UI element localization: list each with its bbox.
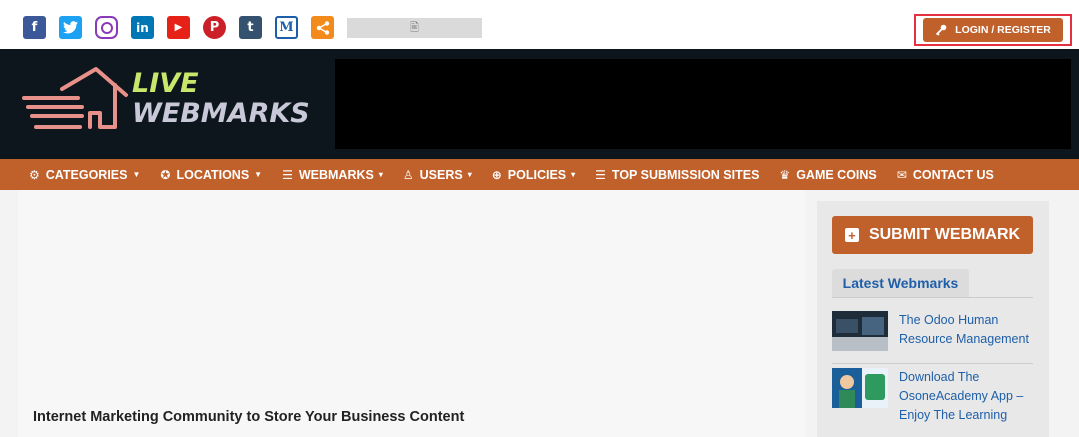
broken-image-placeholder: 🖹 <box>347 18 482 38</box>
gears-icon: ⚙ <box>29 167 40 182</box>
latest-webmarks-heading: Latest Webmarks <box>832 269 969 297</box>
caret-down-icon: ▾ <box>467 170 472 179</box>
nav-game-coins[interactable]: ♛ GAME COINS <box>779 168 876 182</box>
chevron-down-icon: ▼ <box>254 170 263 179</box>
crown-icon: ♛ <box>779 167 791 182</box>
webmark-title-link[interactable]: Download The OsoneAcademy App – Enjoy Th… <box>899 368 1033 425</box>
nav-webmarks[interactable]: ☰ WEBMARKS ▾ <box>282 168 383 182</box>
globe-icon: ✪ <box>160 167 171 182</box>
nav-label: WEBMARKS <box>298 167 374 182</box>
ad-banner[interactable] <box>335 59 1071 149</box>
nav-label: CATEGORIES <box>45 167 128 182</box>
nav-label: TOP SUBMISSION SITES <box>611 167 760 182</box>
text-lines-icon: ☰ <box>595 167 606 182</box>
nav-contact-us[interactable]: ✉ CONTACT US <box>897 168 994 182</box>
twitter-icon[interactable] <box>59 16 82 39</box>
nav-label: CONTACT US <box>912 167 994 182</box>
divider <box>832 297 1033 298</box>
webmark-thumbnail[interactable] <box>832 311 888 351</box>
site-logo-text[interactable]: LIVE WEBMARKS <box>132 69 310 128</box>
key-icon <box>936 24 947 36</box>
nav-locations[interactable]: ✪ LOCATIONS ▼ <box>160 168 262 182</box>
plus-square-icon: + <box>844 228 859 243</box>
main-nav: ⚙ CATEGORIES ▼ ✪ LOCATIONS ▼ ☰ WEBMARKS … <box>0 159 1079 190</box>
nav-top-submission-sites[interactable]: ☰ TOP SUBMISSION SITES <box>595 168 759 182</box>
facebook-icon[interactable]: f <box>23 16 46 39</box>
webmark-title-link[interactable]: The Odoo Human Resource Management <box>899 311 1033 351</box>
share-icon[interactable] <box>311 16 334 39</box>
login-highlight-box: LOGIN / REGISTER <box>914 14 1072 46</box>
social-links: f in ▶ P t M <box>23 16 334 39</box>
house-logo-icon[interactable] <box>22 65 132 137</box>
divider <box>832 363 1033 364</box>
chevron-down-icon: ▼ <box>132 170 141 179</box>
envelope-icon: ✉ <box>896 167 907 182</box>
linkedin-icon[interactable]: in <box>131 16 154 39</box>
caret-down-icon: ▾ <box>571 170 576 179</box>
nav-label: POLICIES <box>507 167 567 182</box>
nav-label: GAME COINS <box>796 167 877 182</box>
site-tagline: Internet Marketing Community to Store Yo… <box>33 409 465 425</box>
caret-down-icon: ▾ <box>378 170 383 179</box>
medium-icon[interactable]: M <box>275 16 298 39</box>
instagram-icon[interactable] <box>95 16 118 39</box>
list-icon: ☰ <box>282 167 293 182</box>
logo-line-live: LIVE <box>132 68 199 99</box>
submit-webmark-button[interactable]: + SUBMIT WEBMARK <box>832 216 1033 254</box>
nav-categories[interactable]: ⚙ CATEGORIES ▼ <box>29 168 140 182</box>
user-icon: ♙ <box>402 167 414 182</box>
list-item[interactable]: Download The OsoneAcademy App – Enjoy Th… <box>832 368 1033 425</box>
pinterest-icon[interactable]: P <box>203 16 226 39</box>
main-content: Internet Marketing Community to Store Yo… <box>18 190 805 437</box>
webmark-thumbnail[interactable] <box>832 368 888 408</box>
logo-line-webmarks: WEBMARKS <box>132 97 310 129</box>
login-register-button[interactable]: LOGIN / REGISTER <box>923 18 1063 42</box>
submit-webmark-label: SUBMIT WEBMARK <box>868 226 1021 243</box>
nav-label: LOCATIONS <box>176 167 250 182</box>
tumblr-icon[interactable]: t <box>239 16 262 39</box>
login-register-label: LOGIN / REGISTER <box>955 24 1051 36</box>
nav-label: USERS <box>419 167 463 182</box>
nav-policies[interactable]: ⊕ POLICIES ▾ <box>492 168 575 182</box>
top-bar: f in ▶ P t M 🖹 LOGIN / REGISTER <box>0 0 1079 49</box>
sidebar: + SUBMIT WEBMARK Latest Webmarks The Odo… <box>817 201 1049 437</box>
crosshair-icon: ⊕ <box>491 167 502 182</box>
image-icon: 🖹 <box>410 21 419 34</box>
nav-users[interactable]: ♙ USERS ▾ <box>403 168 472 182</box>
site-header: LIVE WEBMARKS <box>0 49 1079 159</box>
youtube-icon[interactable]: ▶ <box>167 16 190 39</box>
list-item[interactable]: The Odoo Human Resource Management <box>832 311 1033 351</box>
